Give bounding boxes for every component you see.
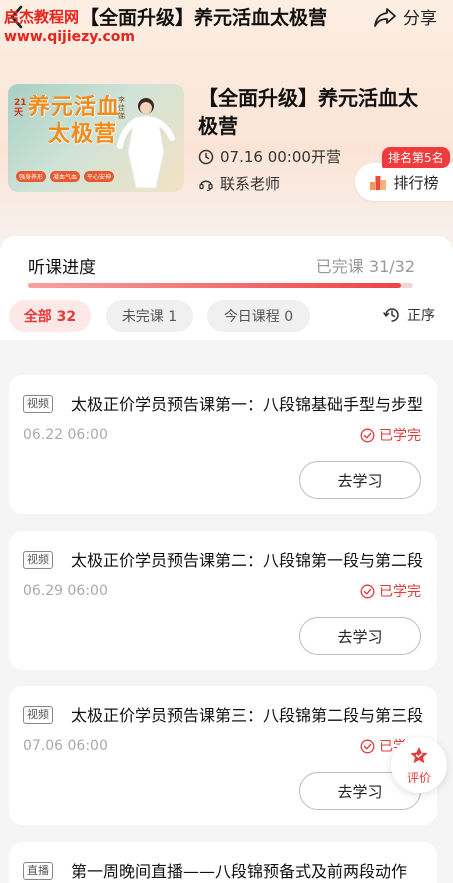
star-heart-icon bbox=[410, 747, 428, 764]
cover-title-line2: 太极营 bbox=[48, 122, 118, 147]
check-circle-icon bbox=[360, 739, 375, 753]
contact-teacher-link[interactable]: 联系老师 bbox=[198, 173, 280, 194]
lesson-status: 已学完 bbox=[360, 581, 421, 601]
go-study-button[interactable]: 去学习 bbox=[299, 461, 421, 499]
share-button[interactable]: 分享 bbox=[373, 4, 437, 29]
lesson-date: 06.29 06:00 bbox=[23, 583, 108, 599]
filter-today-tab[interactable]: 今日课程 0 bbox=[207, 300, 310, 332]
progress-bar bbox=[28, 283, 413, 288]
contact-teacher-label: 联系老师 bbox=[220, 175, 281, 193]
watermark-url: www.qijiezy.com bbox=[4, 29, 135, 45]
lesson-date: 07.06 06:00 bbox=[23, 738, 108, 754]
progress-value: 已完课 31/32 bbox=[315, 257, 415, 276]
lesson-type-tag: 视频 bbox=[23, 395, 53, 413]
tai-chi-figure-icon bbox=[117, 98, 175, 189]
check-circle-icon bbox=[360, 428, 375, 442]
sort-order-button[interactable]: 正序 bbox=[383, 305, 435, 325]
check-circle-icon bbox=[360, 584, 375, 598]
lesson-title: 太极正价学员预告课第三：八段锦第二段与第三段 bbox=[71, 706, 423, 725]
headset-icon bbox=[199, 180, 213, 191]
watermark-site-name: 启杰教程网 bbox=[4, 8, 80, 26]
start-time-row: 07.16 00:00开营 bbox=[198, 146, 341, 167]
lesson-status-label: 已学完 bbox=[379, 428, 421, 444]
review-label: 评价 bbox=[406, 771, 431, 785]
review-button[interactable]: 评价 bbox=[391, 737, 447, 793]
lesson-card[interactable]: 视频 太极正价学员预告课第一：八段锦基础手型与步型 06.22 06:00 已学… bbox=[9, 375, 437, 514]
cover-tag: 平心安神 bbox=[84, 171, 115, 182]
lesson-title: 第一周晚间直播——八段锦预备式及前两段动作 bbox=[71, 862, 408, 881]
go-study-button[interactable]: 去学习 bbox=[299, 617, 421, 655]
filter-all-tab[interactable]: 全部 32 bbox=[9, 300, 91, 332]
lesson-date: 06.22 06:00 bbox=[23, 427, 108, 443]
cover-tags: 强身养形 凝血气血 平心安神 bbox=[16, 171, 115, 182]
lesson-card[interactable]: 视频 太极正价学员预告课第三：八段锦第二段与第三段 07.06 06:00 已学… bbox=[9, 686, 437, 825]
lesson-status-label: 已学完 bbox=[379, 584, 421, 600]
lesson-type-tag: 视频 bbox=[23, 551, 53, 569]
lesson-title: 太极正价学员预告课第二：八段锦第一段与第二段 bbox=[71, 551, 423, 570]
leaderboard-button[interactable]: 排行榜 bbox=[355, 163, 453, 201]
start-time-text: 07.16 00:00开营 bbox=[220, 148, 341, 166]
cover-title-line1: 养元活血 bbox=[28, 95, 121, 120]
sort-icon bbox=[383, 308, 399, 322]
lesson-status: 已学完 bbox=[360, 425, 421, 445]
progress-bar-fill bbox=[28, 283, 401, 288]
cover-tag: 凝血气血 bbox=[50, 171, 81, 182]
lesson-type-tag: 直播 bbox=[23, 862, 53, 880]
leaderboard-label: 排行榜 bbox=[393, 173, 439, 192]
lesson-card[interactable]: 直播 第一周晚间直播——八段锦预备式及前两段动作 bbox=[9, 842, 437, 883]
course-title: 【全面升级】养元活血太极营 bbox=[198, 86, 418, 138]
course-cover-image[interactable]: 21天 养元活血 太极营 李佳娣 强身养形 凝血气血 平心安神 bbox=[8, 84, 184, 192]
share-icon bbox=[374, 7, 396, 27]
lesson-card[interactable]: 视频 太极正价学员预告课第二：八段锦第一段与第二段 06.29 06:00 已学… bbox=[9, 531, 437, 670]
lesson-title: 太极正价学员预告课第一：八段锦基础手型与步型 bbox=[71, 395, 423, 414]
share-label: 分享 bbox=[403, 9, 437, 29]
cover-title: 养元活血 太极营 bbox=[28, 94, 120, 148]
sort-order-label: 正序 bbox=[407, 308, 435, 324]
rank-badge: 排名第5名 bbox=[382, 147, 450, 168]
cover-tag: 强身养形 bbox=[16, 171, 47, 182]
cover-days: 21天 bbox=[14, 98, 27, 118]
clock-icon bbox=[198, 149, 214, 164]
filter-unfinished-tab[interactable]: 未完课 1 bbox=[106, 300, 193, 332]
progress-label: 听课进度 bbox=[28, 258, 96, 278]
nav-title: 【全面升级】养元活血太极营 bbox=[80, 7, 328, 29]
lesson-type-tag: 视频 bbox=[23, 706, 53, 724]
leaderboard-icon bbox=[370, 176, 387, 190]
